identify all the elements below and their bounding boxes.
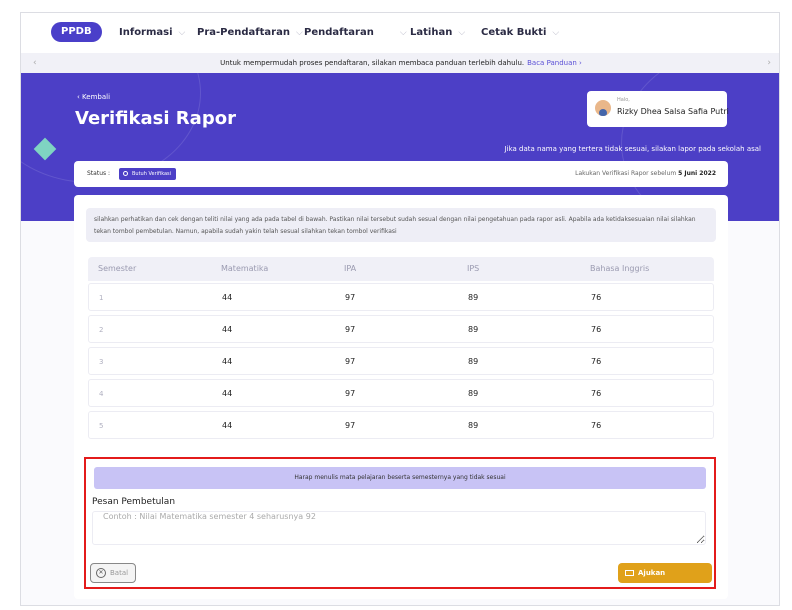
status-badge: Butuh Verifikasi — [119, 168, 177, 180]
user-card: Halo, Rizky Dhea Salsa Safia Putri — [587, 91, 729, 127]
table-row: 3 44 97 89 76 — [88, 347, 714, 375]
column-header: Matematika — [221, 264, 269, 273]
user-name: Rizky Dhea Salsa Safia Putri — [617, 107, 729, 116]
cell-ips: 89 — [468, 357, 479, 366]
cell-ips: 89 — [468, 421, 479, 430]
cell-semester: 3 — [99, 358, 104, 366]
cell-ipa: 97 — [345, 421, 356, 430]
cell-bahasa-inggris: 76 — [591, 293, 602, 302]
deadline-text: Lakukan Verifikasi Rapor sebelum 5 Juni … — [575, 170, 716, 177]
greeting: Halo, — [617, 97, 630, 103]
chevron-left-icon[interactable]: ‹ — [33, 53, 37, 73]
chevron-right-icon[interactable]: › — [767, 53, 771, 73]
back-link[interactable]: ‹ Kembali — [77, 93, 110, 101]
close-circle-icon: ✕ — [96, 568, 106, 578]
nav-item-cetak-bukti[interactable]: Cetak Bukti ⌵ — [481, 13, 559, 53]
nav-item-informasi[interactable]: Informasi ⌵ — [119, 13, 185, 53]
cell-matematika: 44 — [222, 325, 233, 334]
table-row: 5 44 97 89 76 — [88, 411, 714, 439]
table-header: Semester Matematika IPA IPS Bahasa Inggr… — [88, 257, 714, 281]
table-row: 2 44 97 89 76 — [88, 315, 714, 343]
nav-item-latihan[interactable]: Latihan ⌵ — [410, 13, 465, 53]
main-card: silahkan perhatikan dan cek dengan telit… — [74, 195, 728, 599]
cell-bahasa-inggris: 76 — [591, 421, 602, 430]
cell-bahasa-inggris: 76 — [591, 357, 602, 366]
correction-message: Harap menulis mata pelajaran beserta sem… — [94, 467, 706, 489]
info-box: silahkan perhatikan dan cek dengan telit… — [86, 208, 716, 242]
cell-semester: 5 — [99, 422, 104, 430]
nav-item-pendaftaran[interactable]: Pendaftaran ⌵ — [304, 13, 407, 53]
cell-semester: 2 — [99, 326, 104, 334]
table-row: 1 44 97 89 76 — [88, 283, 714, 311]
mail-icon — [625, 570, 634, 576]
submit-correction-button[interactable]: Ajukan Pembetulan — [618, 563, 712, 597]
cell-matematika: 44 — [222, 389, 233, 398]
chevron-down-icon: ⌵ — [552, 28, 560, 38]
cell-ips: 89 — [468, 325, 479, 334]
ppdb-logo[interactable]: PPDB — [51, 22, 102, 42]
hero-note: Jika data nama yang tertera tidak sesuai… — [504, 145, 761, 153]
cell-bahasa-inggris: 76 — [591, 325, 602, 334]
status-bar: Status : Butuh Verifikasi Lakukan Verifi… — [74, 161, 728, 187]
cell-ipa: 97 — [345, 293, 356, 302]
avatar — [595, 100, 611, 116]
nav-item-pra-pendaftaran[interactable]: Pra-Pendaftaran ⌵ — [197, 13, 303, 53]
chevron-down-icon: ⌵ — [295, 28, 303, 38]
column-header: Bahasa Inggris — [590, 264, 650, 273]
page-title: Verifikasi Rapor — [75, 108, 236, 129]
guide-link[interactable]: Baca Panduan › — [527, 59, 582, 67]
app-window: PPDB Informasi ⌵ Pra-Pendaftaran ⌵ Pendaft… — [20, 12, 780, 606]
column-header: IPA — [344, 264, 357, 273]
status-label: Status : — [87, 170, 111, 177]
cell-matematika: 44 — [222, 421, 233, 430]
cancel-button[interactable]: ✕ Batal — [90, 563, 136, 583]
table-row: 4 44 97 89 76 — [88, 379, 714, 407]
cell-ips: 89 — [468, 389, 479, 398]
cell-matematika: 44 — [222, 357, 233, 366]
chevron-down-icon: ⌵ — [178, 28, 186, 38]
cell-semester: 4 — [99, 390, 104, 398]
cell-ipa: 97 — [345, 389, 356, 398]
correction-label: Pesan Pembetulan — [92, 497, 176, 507]
cell-ipa: 97 — [345, 357, 356, 366]
cell-matematika: 44 — [222, 293, 233, 302]
cell-ips: 89 — [468, 293, 479, 302]
announcement-bar: ‹ Untuk mempermudah proses pendaftaran, … — [21, 53, 779, 73]
cell-ipa: 97 — [345, 325, 356, 334]
cell-bahasa-inggris: 76 — [591, 389, 602, 398]
chevron-down-icon: ⌵ — [458, 28, 466, 38]
cell-semester: 1 — [99, 294, 104, 302]
chevron-down-icon: ⌵ — [399, 28, 407, 38]
correction-panel: Harap menulis mata pelajaran beserta sem… — [84, 457, 716, 597]
column-header: IPS — [467, 264, 480, 273]
top-navbar: PPDB Informasi ⌵ Pra-Pendaftaran ⌵ Pendaft… — [21, 13, 779, 53]
column-header: Semester — [98, 264, 137, 273]
correction-input[interactable] — [92, 511, 706, 545]
